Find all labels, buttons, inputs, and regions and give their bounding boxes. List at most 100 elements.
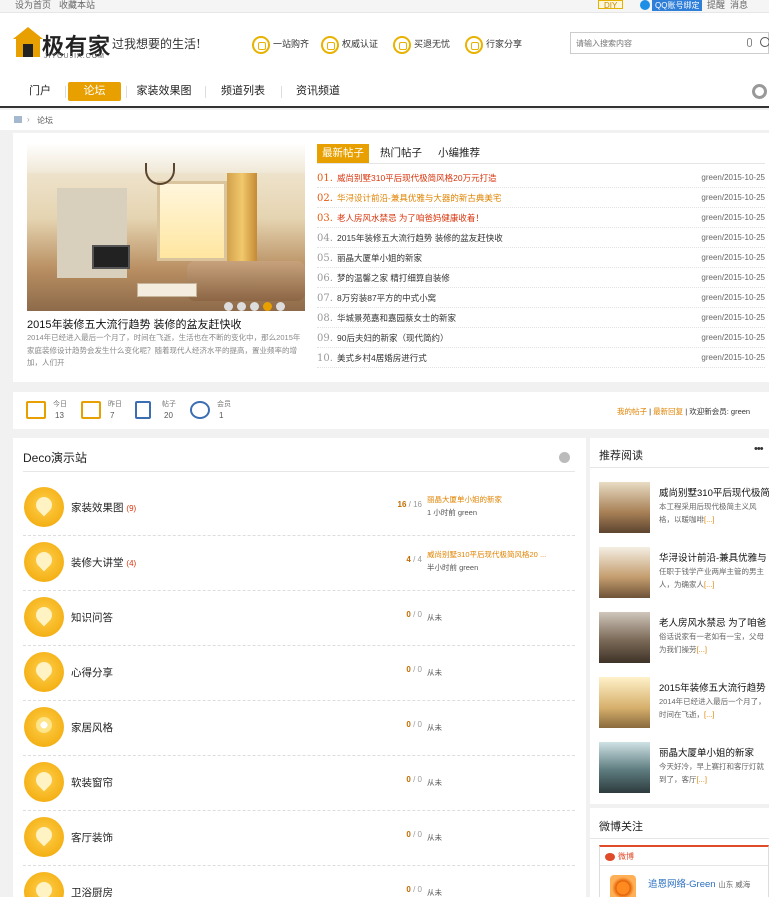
board-row[interactable]: 家装效果图 (9) 16 / 16 丽晶大厦单小姐的新家 1 小时前 green — [23, 481, 575, 536]
nav-channel-list[interactable]: 频道列表 — [213, 82, 273, 101]
reading-item[interactable]: 丽晶大厦单小姐的新家 今天好冷，早上赛打和客厅灯就到了，客厅[...] — [599, 742, 769, 800]
gear-icon[interactable] — [752, 84, 767, 99]
list-item[interactable]: 08. 华城景苑嘉和嘉园蔡女士的新家 green/2015-10-25 — [317, 308, 765, 328]
list-item[interactable]: 04. 2015年装修五大流行趋势 装修的盆友赶快收 green/2015-10-2… — [317, 228, 765, 248]
reading-item[interactable]: 老人房风水禁忌 为了咱爸 俗话说家有一老如有一宝，父母为我们操劳[...] — [599, 612, 769, 670]
reading-title[interactable]: 丽晶大厦单小姐的新家 — [659, 745, 769, 759]
reading-item[interactable]: 2015年装修五大流行趋势 2014年已经进入最后一个月了，时间在飞逝，[...] — [599, 677, 769, 735]
list-item[interactable]: 02. 华浔设计前沿-兼具优雅与大器的新古典美宅 green/2015-10-25 — [317, 188, 765, 208]
bulb-icon[interactable] — [24, 652, 64, 692]
reading-title[interactable]: 华浔设计前沿-兼具优雅与 — [659, 550, 769, 564]
board-name[interactable]: 心得分享 — [71, 665, 113, 680]
tab-hot-posts[interactable]: 热门帖子 — [380, 144, 422, 163]
collapse-icon[interactable] — [559, 452, 570, 463]
breadcrumb-current[interactable]: 论坛 — [37, 115, 53, 126]
slide-title[interactable]: 2015年装修五大流行趋势 装修的盆友赶快收 — [27, 316, 242, 332]
slide-dot[interactable] — [276, 302, 285, 311]
board-row[interactable]: 客厅装饰 0 / 0 从未 — [23, 811, 575, 866]
board-name[interactable]: 客厅装饰 — [71, 830, 113, 845]
board-name[interactable]: 家装效果图 (9) — [71, 500, 136, 515]
reading-title[interactable]: 威尚别墅310平后现代极简 — [659, 485, 769, 499]
post-title[interactable]: 威尚别墅310平后现代极简风格20万元打造 — [337, 173, 497, 183]
reading-title[interactable]: 2015年装修五大流行趋势 — [659, 680, 769, 694]
bulb-icon[interactable] — [24, 872, 64, 897]
feature-share[interactable]: 行家分享 — [465, 34, 522, 54]
last-post-title[interactable]: 威尚别墅310平后现代极简风格20 ... — [427, 549, 572, 560]
board-name[interactable]: 装修大讲堂 (4) — [71, 555, 136, 570]
bulb-icon[interactable] — [24, 487, 64, 527]
feature-one-stop[interactable]: 一站购齐 — [252, 34, 309, 54]
post-title[interactable]: 老人房风水禁忌 为了咱爸妈健康收着！ — [337, 213, 484, 223]
weibo-account-link[interactable]: 追恩网络-Green 山东 威海 — [648, 876, 750, 890]
bulb-icon[interactable] — [24, 762, 64, 802]
diy-button[interactable]: DIY — [598, 0, 624, 10]
reading-item[interactable]: 威尚别墅310平后现代极简 本工程采用后现代极简主义风格，以暖咖啡[...] — [599, 482, 769, 540]
slideshow-image[interactable] — [27, 143, 305, 311]
last-post-title[interactable]: 丽晶大厦单小姐的新家 — [427, 494, 572, 505]
post-title[interactable]: 梦的温馨之家 精打细算自装修 — [337, 273, 450, 283]
reading-title[interactable]: 老人房风水禁忌 为了咱爸 — [659, 615, 769, 629]
nav-forum[interactable]: 论坛 — [68, 82, 121, 101]
my-posts-link[interactable]: 我的帖子 — [617, 407, 647, 416]
thumbnail-image[interactable] — [599, 677, 650, 728]
bulb-icon[interactable] — [24, 542, 64, 582]
thumbnail-image[interactable] — [599, 482, 650, 533]
tab-editor-picks[interactable]: 小编推荐 — [438, 144, 480, 163]
more-icon[interactable]: ••• — [754, 443, 764, 455]
board-name[interactable]: 知识问答 — [71, 610, 113, 625]
read-more-link[interactable]: [...] — [704, 515, 714, 524]
feature-refund[interactable]: 买退无忧 — [393, 34, 450, 54]
bulb-icon[interactable] — [24, 817, 64, 857]
weibo-logo[interactable]: 微博 — [605, 851, 634, 862]
list-item[interactable]: 10. 美式乡村4居婚房进行式 green/2015-10-25 — [317, 348, 765, 368]
nav-news-channel[interactable]: 资讯频道 — [289, 82, 347, 101]
tab-latest-posts[interactable]: 最新帖子 — [317, 144, 369, 163]
bulb-icon[interactable] — [24, 597, 64, 637]
list-item[interactable]: 05. 丽晶大厦单小姐的新家 green/2015-10-25 — [317, 248, 765, 268]
post-title[interactable]: 丽晶大厦单小姐的新家 — [337, 253, 422, 263]
board-row[interactable]: 知识问答 0 / 0 从未 — [23, 591, 575, 646]
board-name[interactable]: 卫浴厨房 — [71, 885, 113, 897]
search-icon[interactable] — [760, 37, 769, 47]
post-title[interactable]: 美式乡村4居婚房进行式 — [337, 353, 427, 363]
board-row[interactable]: 家居风格 0 / 0 从未 — [23, 701, 575, 756]
list-item[interactable]: 03. 老人房风水禁忌 为了咱爸妈健康收着！ green/2015-10-25 — [317, 208, 765, 228]
slide-dot[interactable] — [237, 302, 246, 311]
board-row[interactable]: 软装窗帘 0 / 0 从未 — [23, 756, 575, 811]
read-more-link[interactable]: [...] — [697, 775, 707, 784]
board-name[interactable]: 家居风格 — [71, 720, 113, 735]
set-home-link[interactable]: 设为首页 — [15, 0, 51, 10]
nav-portal[interactable]: 门户 — [21, 82, 59, 101]
microphone-icon[interactable] — [747, 38, 752, 47]
slide-dot[interactable] — [224, 302, 233, 311]
read-more-link[interactable]: [...] — [704, 710, 714, 719]
home-icon[interactable] — [14, 116, 22, 123]
bookmark-link[interactable]: 收藏本站 — [59, 0, 95, 10]
message-link[interactable]: 消息 — [730, 0, 748, 10]
feature-certified[interactable]: 权威认证 — [321, 34, 378, 54]
post-title[interactable]: 华浔设计前沿-兼具优雅与大器的新古典美宅 — [337, 193, 501, 203]
house-logo-icon[interactable] — [13, 27, 43, 57]
board-name[interactable]: 软装窗帘 — [71, 775, 113, 790]
latest-reply-link[interactable]: 最新回复 — [653, 407, 683, 416]
board-row[interactable]: 心得分享 0 / 0 从未 — [23, 646, 575, 701]
nav-decoration-gallery[interactable]: 家装效果图 — [131, 82, 197, 101]
post-title[interactable]: 华城景苑嘉和嘉园蔡女士的新家 — [337, 313, 456, 323]
slide-dot[interactable] — [263, 302, 272, 311]
thumbnail-image[interactable] — [599, 612, 650, 663]
board-row[interactable]: 卫浴厨房 0 / 0 从未 — [23, 866, 575, 897]
post-title[interactable]: 2015年装修五大流行趋势 装修的盆友赶快收 — [337, 233, 503, 243]
list-item[interactable]: 06. 梦的温馨之家 精打细算自装修 green/2015-10-25 — [317, 268, 765, 288]
read-more-link[interactable]: [...] — [704, 580, 714, 589]
list-item[interactable]: 07. 8万穷装87平方的中式小窝 green/2015-10-25 — [317, 288, 765, 308]
reading-item[interactable]: 华浔设计前沿-兼具优雅与 任职于钱学产业两岸主管的男主人，为确家人[...] — [599, 547, 769, 605]
list-item[interactable]: 01. 威尚别墅310平后现代极简风格20万元打造 green/2015-10-25 — [317, 168, 765, 188]
qq-bind-button[interactable]: QQ账号绑定 — [640, 0, 703, 11]
search-input[interactable] — [571, 33, 731, 53]
board-row[interactable]: 装修大讲堂 (4) 4 / 4 威尚别墅310平后现代极简风格20 ... 半小时前 … — [23, 536, 575, 591]
list-item[interactable]: 09. 90后夫妇的新家（现代简约） green/2015-10-25 — [317, 328, 765, 348]
post-title[interactable]: 8万穷装87平方的中式小窝 — [337, 293, 436, 303]
thumbnail-image[interactable] — [599, 742, 650, 793]
post-title[interactable]: 90后夫妇的新家（现代简约） — [337, 333, 448, 343]
thumbnail-image[interactable] — [599, 547, 650, 598]
